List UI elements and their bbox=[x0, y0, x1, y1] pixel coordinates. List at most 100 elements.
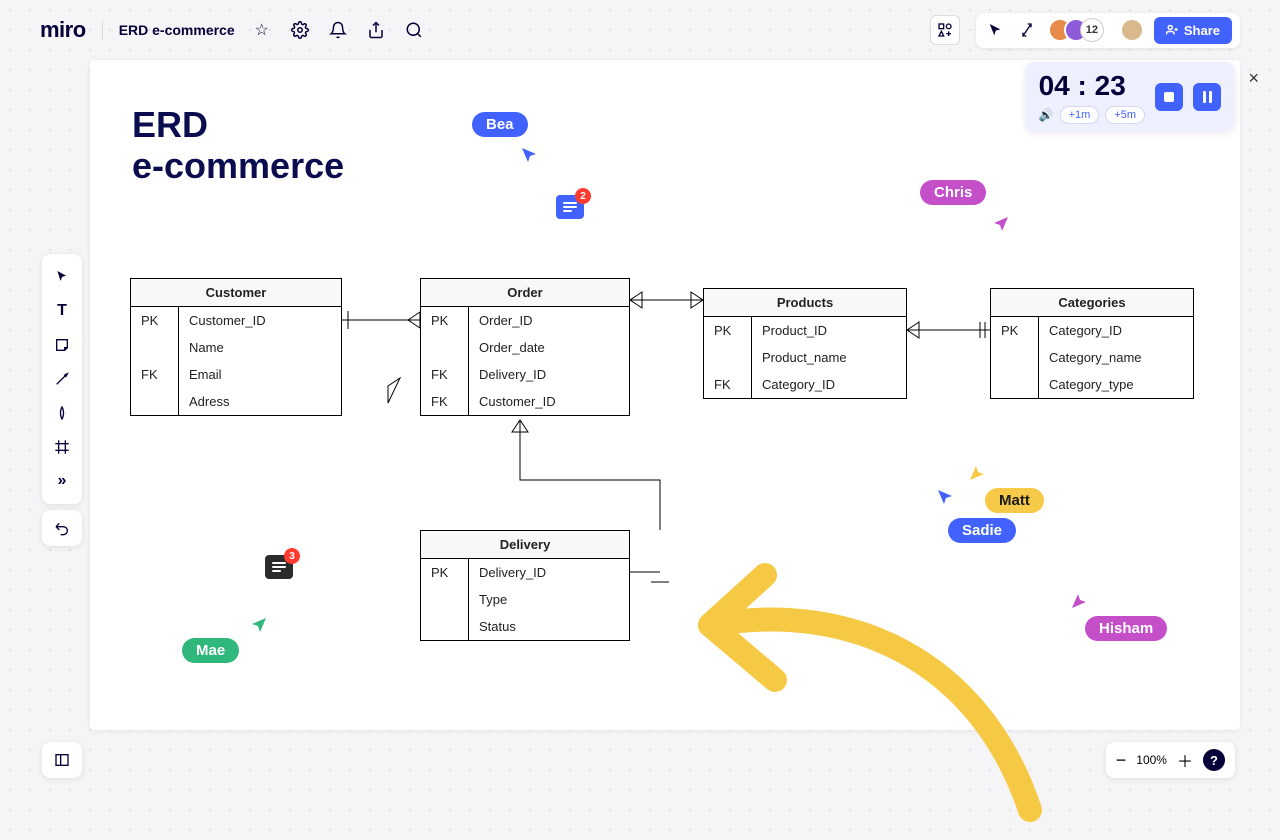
attr-cell: Name bbox=[179, 334, 341, 361]
key-cell: PK bbox=[421, 307, 468, 334]
divider bbox=[102, 20, 103, 40]
key-cell: FK bbox=[704, 371, 751, 398]
bell-icon[interactable] bbox=[327, 19, 349, 41]
panel-toggle-button[interactable] bbox=[42, 742, 82, 778]
collab-group: 12 Share bbox=[976, 13, 1240, 48]
key-cell: PK bbox=[421, 559, 468, 586]
comment-bubble[interactable]: 3 bbox=[265, 555, 293, 579]
export-icon[interactable] bbox=[365, 19, 387, 41]
attr-cell: Category_name bbox=[1039, 344, 1193, 371]
cursor-tag-sadie: Sadie bbox=[948, 518, 1016, 543]
avatars[interactable]: 12 bbox=[1048, 18, 1104, 42]
attr-cell: Order_date bbox=[469, 334, 629, 361]
entity-products[interactable]: Products PK FK Product_IDProduct_nameCate… bbox=[703, 288, 907, 399]
attr-cell: Category_ID bbox=[752, 371, 906, 398]
zoom-level[interactable]: 100% bbox=[1136, 753, 1167, 767]
toolbar: T » bbox=[42, 254, 82, 504]
cursor-arrow-icon bbox=[248, 616, 268, 636]
entity-order[interactable]: Order PKFKFK Order_IDOrder_dateDelivery_… bbox=[420, 278, 630, 416]
key-cell bbox=[991, 344, 1038, 371]
line-tool[interactable] bbox=[47, 364, 77, 394]
key-cell bbox=[421, 334, 468, 361]
more-tools[interactable]: » bbox=[47, 466, 77, 496]
cursor-tag-bea: Bea bbox=[472, 112, 528, 137]
attr-cell: Type bbox=[469, 586, 629, 613]
attr-cell: Delivery_ID bbox=[469, 559, 629, 586]
reactions-icon[interactable] bbox=[1016, 19, 1038, 41]
key-cell: FK bbox=[421, 361, 468, 388]
entity-customer[interactable]: Customer PK FK Customer_IDNameEmailAdress bbox=[130, 278, 342, 416]
help-button[interactable]: ? bbox=[1203, 749, 1225, 771]
zoom-out-button[interactable]: − bbox=[1116, 750, 1127, 771]
topbar: miro ERD e-commerce ☆ 12 Share bbox=[40, 10, 1240, 50]
share-label: Share bbox=[1184, 23, 1220, 38]
cursor-arrow-icon bbox=[990, 215, 1010, 235]
sound-icon[interactable]: 🔊 bbox=[1039, 108, 1054, 122]
cursor-arrow-icon bbox=[520, 146, 540, 166]
key-cell bbox=[704, 344, 751, 371]
comment-count: 2 bbox=[575, 188, 591, 204]
self-avatar[interactable] bbox=[1120, 18, 1144, 42]
timer-close-icon[interactable]: × bbox=[1248, 68, 1259, 89]
attr-cell: Adress bbox=[179, 388, 341, 415]
cursor-tag-hisham: Hisham bbox=[1085, 616, 1167, 641]
timer-add-5m[interactable]: +5m bbox=[1105, 106, 1145, 124]
key-cell: PK bbox=[131, 307, 178, 334]
undo-button[interactable] bbox=[42, 510, 82, 546]
text-tool[interactable]: T bbox=[47, 296, 77, 326]
attr-cell: Customer_ID bbox=[469, 388, 629, 415]
entity-title: Delivery bbox=[421, 531, 629, 559]
comment-count: 3 bbox=[284, 548, 300, 564]
drawn-arrow[interactable] bbox=[650, 530, 1050, 830]
cursor-arrow-icon bbox=[968, 462, 988, 482]
sticky-tool[interactable] bbox=[47, 330, 77, 360]
key-cell: PK bbox=[991, 317, 1038, 344]
board-name[interactable]: ERD e-commerce bbox=[119, 22, 235, 38]
key-cell: PK bbox=[704, 317, 751, 344]
entity-categories[interactable]: Categories PK Category_IDCategory_nameCa… bbox=[990, 288, 1194, 399]
attr-cell: Product_ID bbox=[752, 317, 906, 344]
diagram-title[interactable]: ERD e-commerce bbox=[132, 104, 344, 187]
canvas[interactable]: ERD e-commerce Customer PK FK Customer_ID… bbox=[90, 60, 1240, 730]
pointer-icon[interactable] bbox=[984, 19, 1006, 41]
key-cell bbox=[421, 613, 468, 640]
cursor-arrow-icon bbox=[936, 488, 956, 508]
entity-title: Products bbox=[704, 289, 906, 317]
star-icon[interactable]: ☆ bbox=[251, 19, 273, 41]
entity-title: Categories bbox=[991, 289, 1193, 317]
attr-cell: Status bbox=[469, 613, 629, 640]
entity-title: Customer bbox=[131, 279, 341, 307]
attr-cell: Order_ID bbox=[469, 307, 629, 334]
settings-icon[interactable] bbox=[289, 19, 311, 41]
cursor-tag-matt: Matt bbox=[985, 488, 1044, 513]
attr-cell: Customer_ID bbox=[179, 307, 341, 334]
comment-bubble[interactable]: 2 bbox=[556, 195, 584, 219]
cursor-tag-chris: Chris bbox=[920, 180, 986, 205]
attr-cell: Email bbox=[179, 361, 341, 388]
cursor-tag-mae: Mae bbox=[182, 638, 239, 663]
avatar-count: 12 bbox=[1080, 18, 1104, 42]
attr-cell: Delivery_ID bbox=[469, 361, 629, 388]
zoom-in-button[interactable]: ＋ bbox=[1177, 748, 1193, 772]
timer-stop-button[interactable] bbox=[1155, 83, 1183, 111]
timer-add-1m[interactable]: +1m bbox=[1060, 106, 1100, 124]
zoom-controls: − 100% ＋ ? bbox=[1106, 742, 1235, 778]
attr-cell: Product_name bbox=[752, 344, 906, 371]
pen-tool[interactable] bbox=[47, 398, 77, 428]
timer-panel[interactable]: 04 : 23 🔊 +1m +5m × bbox=[1025, 62, 1235, 132]
share-button[interactable]: Share bbox=[1154, 17, 1232, 44]
key-cell bbox=[131, 334, 178, 361]
key-cell bbox=[131, 388, 178, 415]
timer-time: 04 : 23 bbox=[1039, 70, 1145, 102]
key-cell: FK bbox=[131, 361, 178, 388]
apps-icon[interactable] bbox=[930, 15, 960, 45]
key-cell: FK bbox=[421, 388, 468, 415]
entity-delivery[interactable]: Delivery PK Delivery_IDTypeStatus bbox=[420, 530, 630, 641]
frame-tool[interactable] bbox=[47, 432, 77, 462]
search-icon[interactable] bbox=[403, 19, 425, 41]
key-cell bbox=[991, 371, 1038, 398]
key-cell bbox=[421, 586, 468, 613]
timer-pause-button[interactable] bbox=[1193, 83, 1221, 111]
logo[interactable]: miro bbox=[40, 17, 86, 43]
select-tool[interactable] bbox=[47, 262, 77, 292]
